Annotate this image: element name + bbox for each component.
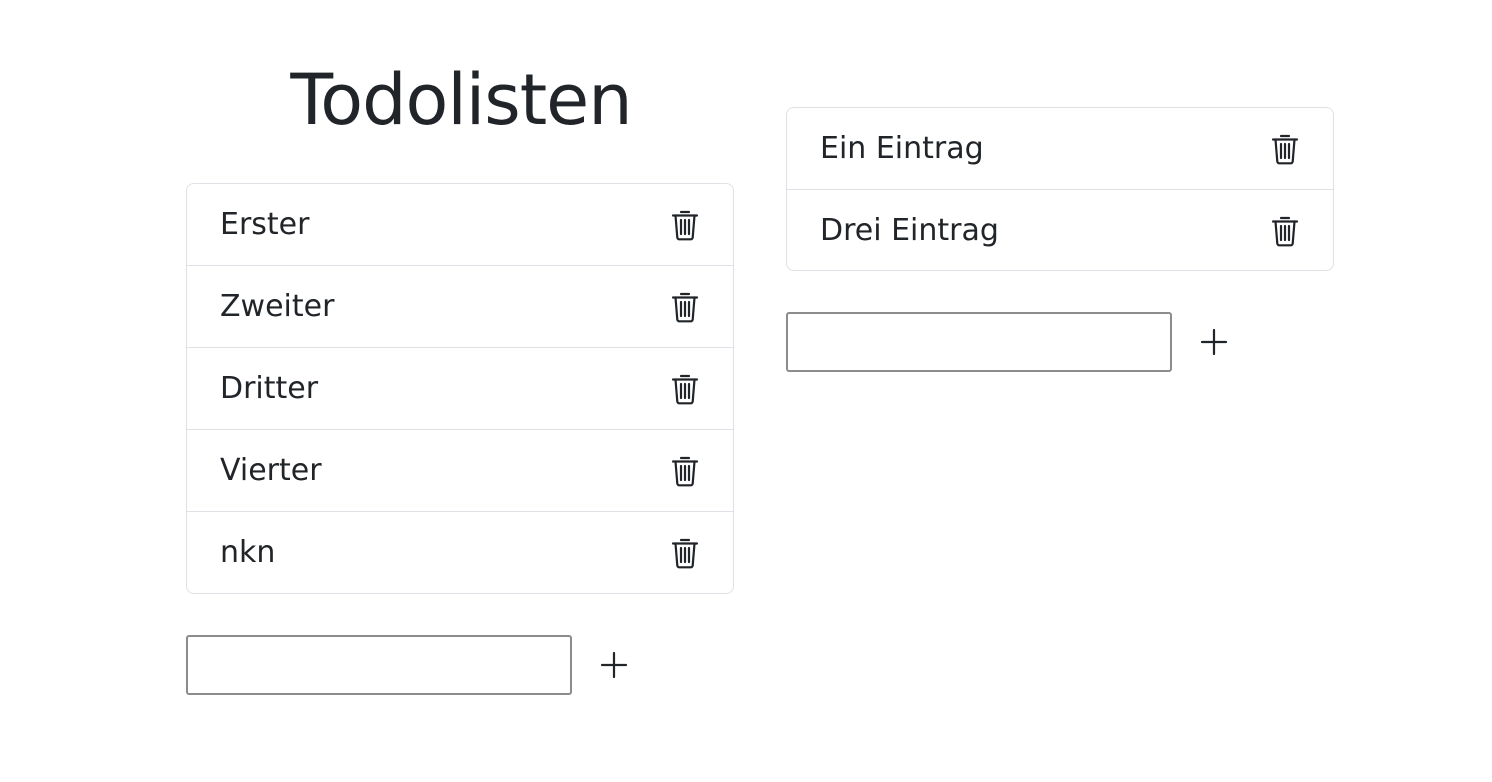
trash-icon[interactable]	[1271, 215, 1299, 247]
item-label: Drei Eintrag	[820, 212, 999, 248]
new-item-input[interactable]	[786, 312, 1172, 372]
add-item-row-1	[186, 635, 630, 695]
trash-icon[interactable]	[671, 537, 699, 569]
add-item-row-2	[786, 312, 1230, 372]
list-item: Zweiter	[187, 265, 733, 347]
list-item: Vierter	[187, 429, 733, 511]
trash-icon[interactable]	[1271, 133, 1299, 165]
item-label: Dritter	[220, 370, 319, 406]
trash-icon[interactable]	[671, 455, 699, 487]
trash-icon[interactable]	[671, 291, 699, 323]
page-title: Todolisten	[290, 59, 632, 141]
item-label: nkn	[220, 534, 276, 570]
todo-list-1: Erster Zweiter Dritter Vierter nkn	[186, 183, 734, 594]
plus-icon	[600, 651, 628, 679]
add-item-button[interactable]	[598, 649, 630, 681]
list-item: Ein Eintrag	[787, 108, 1333, 189]
new-item-input[interactable]	[186, 635, 572, 695]
todo-list-2: Ein Eintrag Drei Eintrag	[786, 107, 1334, 271]
list-item: Erster	[187, 184, 733, 265]
item-label: Ein Eintrag	[820, 130, 984, 166]
item-label: Vierter	[220, 452, 322, 488]
trash-icon[interactable]	[671, 373, 699, 405]
trash-icon[interactable]	[671, 209, 699, 241]
list-item: Dritter	[187, 347, 733, 429]
item-label: Zweiter	[220, 288, 335, 324]
list-item: nkn	[187, 511, 733, 593]
add-item-button[interactable]	[1198, 326, 1230, 358]
item-label: Erster	[220, 206, 310, 242]
plus-icon	[1200, 328, 1228, 356]
list-item: Drei Eintrag	[787, 189, 1333, 270]
